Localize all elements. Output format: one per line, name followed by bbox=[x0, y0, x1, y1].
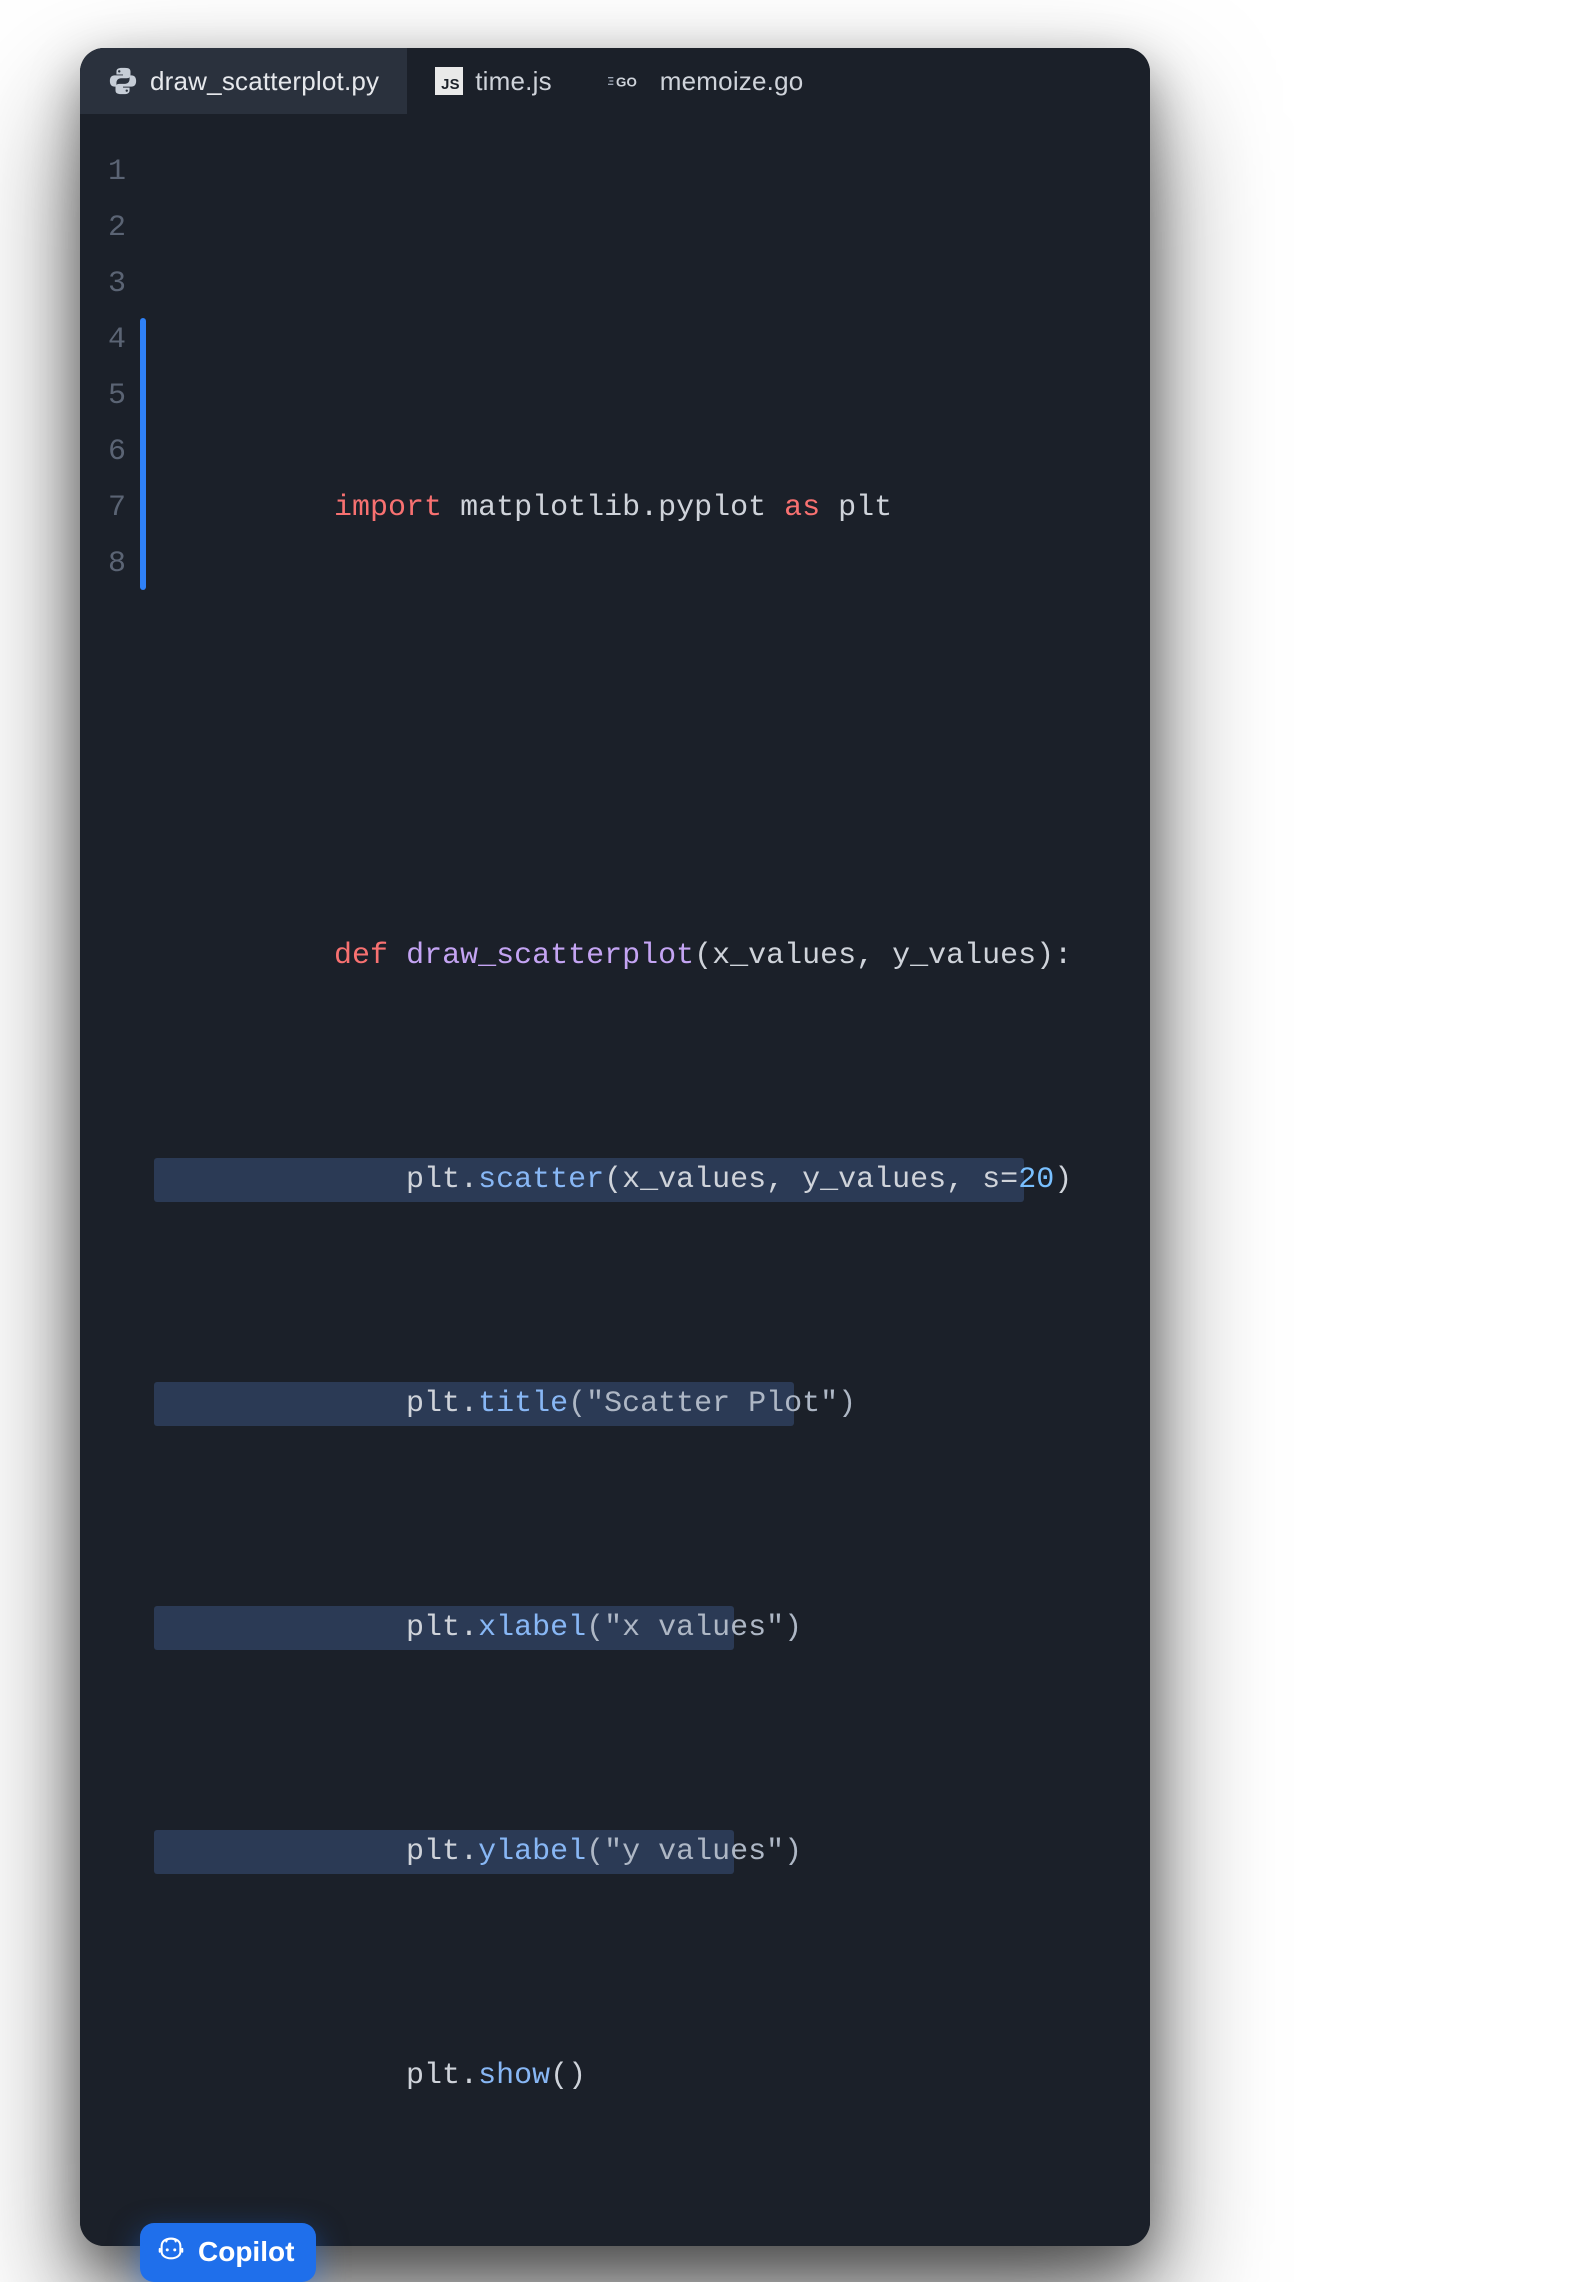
line-number: 2 bbox=[80, 200, 126, 256]
code-line: plt.show() bbox=[140, 2048, 1134, 2104]
editor-body: 1 2 3 4 5 6 7 8 import matplotlib.pyplot… bbox=[80, 114, 1150, 2246]
function-name: draw_scatterplot bbox=[406, 939, 694, 973]
line-number: 4 bbox=[80, 312, 126, 368]
svg-text:GO: GO bbox=[616, 74, 637, 89]
code-line bbox=[140, 704, 1134, 760]
code-line: import matplotlib.pyplot as plt bbox=[140, 480, 1134, 536]
line-number: 5 bbox=[80, 368, 126, 424]
copilot-chip[interactable]: Copilot bbox=[140, 2223, 316, 2282]
line-number: 6 bbox=[80, 424, 126, 480]
go-icon: GO bbox=[608, 71, 648, 91]
keyword-def: def bbox=[334, 939, 388, 973]
gutter: 1 2 3 4 5 6 7 8 bbox=[80, 144, 140, 2216]
tab-label: time.js bbox=[475, 66, 552, 97]
python-icon bbox=[108, 66, 138, 96]
keyword-as: as bbox=[784, 491, 820, 525]
keyword-import: import bbox=[334, 491, 442, 525]
line-number: 1 bbox=[80, 144, 126, 200]
tab-label: memoize.go bbox=[660, 66, 804, 97]
copilot-icon bbox=[156, 2233, 186, 2270]
line-number: 3 bbox=[80, 256, 126, 312]
tab-go[interactable]: GO memoize.go bbox=[580, 48, 832, 114]
code-line: def draw_scatterplot(x_values, y_values)… bbox=[140, 928, 1134, 984]
tab-python[interactable]: draw_scatterplot.py bbox=[80, 48, 407, 114]
line-number: 8 bbox=[80, 536, 126, 592]
tab-label: draw_scatterplot.py bbox=[150, 66, 379, 97]
js-icon: JS bbox=[435, 67, 463, 95]
code-line: plt.xlabel("x values") bbox=[140, 1600, 1134, 1656]
editor-window: draw_scatterplot.py JS time.js GO memoiz… bbox=[80, 48, 1150, 2246]
code-line: plt.title("Scatter Plot") bbox=[140, 1376, 1134, 1432]
code-area[interactable]: import matplotlib.pyplot as plt def draw… bbox=[140, 144, 1134, 2216]
copilot-label: Copilot bbox=[198, 2236, 294, 2268]
tab-bar: draw_scatterplot.py JS time.js GO memoiz… bbox=[80, 48, 1150, 114]
code-line: plt.ylabel("y values") bbox=[140, 1824, 1134, 1880]
svg-text:JS: JS bbox=[441, 77, 460, 93]
code-line: plt.scatter(x_values, y_values, s=20) bbox=[140, 1152, 1134, 1208]
tab-js[interactable]: JS time.js bbox=[407, 48, 580, 114]
line-number: 7 bbox=[80, 480, 126, 536]
